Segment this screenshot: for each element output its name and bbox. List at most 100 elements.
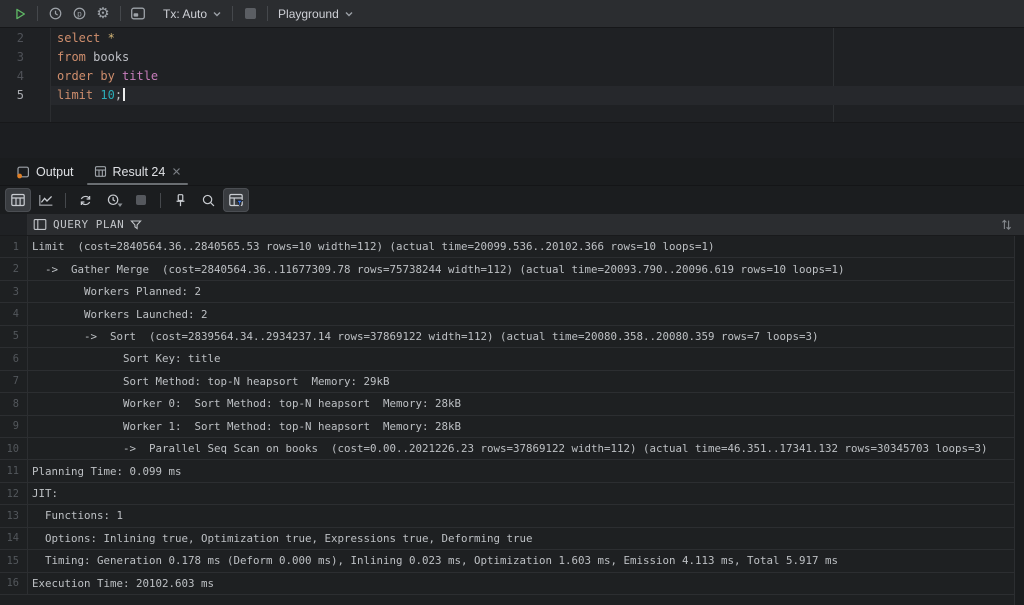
grid-view-button[interactable]: [5, 188, 31, 212]
main-toolbar: p ⚙ Tx: Auto Playground: [0, 0, 1024, 28]
sort-icon[interactable]: [1001, 218, 1012, 231]
row-number: 14: [0, 528, 28, 549]
row-number: 8: [0, 393, 28, 414]
svg-text:p: p: [77, 9, 82, 18]
text-caret: [123, 88, 125, 101]
plan-row[interactable]: 14 Options: Inlining true, Optimization …: [0, 528, 1014, 550]
execution-plan-icon: p: [72, 6, 87, 21]
chevron-down-icon: [212, 9, 222, 19]
row-number: 2: [0, 258, 28, 279]
plan-text: Worker 1: Sort Method: top-N heapsort Me…: [28, 416, 1014, 437]
column-icon: [33, 218, 47, 231]
row-number: 7: [0, 371, 28, 392]
plan-row[interactable]: 4 Workers Launched: 2: [0, 303, 1014, 325]
plan-text: JIT:: [28, 483, 1014, 504]
refresh-icon: [78, 193, 93, 208]
code-token: from: [57, 50, 86, 64]
plan-row[interactable]: 11Planning Time: 0.099 ms: [0, 460, 1014, 482]
plan-row[interactable]: 2 -> Gather Merge (cost=2840564.36..1167…: [0, 258, 1014, 280]
close-icon[interactable]: [172, 167, 181, 176]
plan-text: Workers Planned: 2: [28, 281, 1014, 302]
row-number: 6: [0, 348, 28, 369]
editor-gutter: 2345: [0, 29, 44, 105]
chart-view-icon: [38, 192, 54, 208]
pin-tab-button[interactable]: [167, 188, 193, 212]
toolbar-separator: [65, 193, 66, 208]
run-button[interactable]: [8, 3, 32, 25]
tool-window-tabbar: Output Result 24: [0, 158, 1024, 186]
stop-icon: [245, 8, 256, 19]
plan-row[interactable]: 8 Worker 0: Sort Method: top-N heapsort …: [0, 393, 1014, 415]
grid-view-icon: [10, 192, 26, 208]
find-button[interactable]: [195, 188, 221, 212]
code-token: *: [108, 31, 115, 45]
table-icon: [94, 165, 107, 178]
line-number: 4: [0, 67, 44, 86]
code-line[interactable]: select *: [51, 29, 1024, 48]
plan-row[interactable]: 15 Timing: Generation 0.178 ms (Deform 0…: [0, 550, 1014, 572]
settings-button[interactable]: ⚙: [91, 3, 115, 25]
stop-query-button[interactable]: [128, 188, 154, 212]
refresh-button[interactable]: [72, 188, 98, 212]
plan-row[interactable]: 5 -> Sort (cost=2839564.34..2934237.14 r…: [0, 326, 1014, 348]
row-number: 13: [0, 505, 28, 526]
session-dropdown[interactable]: Playground: [273, 3, 359, 25]
plan-row[interactable]: 3 Workers Planned: 2: [0, 281, 1014, 303]
plan-rows: 1Limit (cost=2840564.36..2840565.53 rows…: [0, 236, 1014, 605]
plan-text: Functions: 1: [28, 505, 1014, 526]
chart-view-button[interactable]: [33, 188, 59, 212]
run-icon: [13, 7, 27, 21]
plan-text: -> Sort (cost=2839564.34..2934237.14 row…: [28, 326, 1014, 347]
plan-row[interactable]: 10 -> Parallel Seq Scan on books (cost=0…: [0, 438, 1014, 460]
plan-row[interactable]: 16Execution Time: 20102.603 ms: [0, 573, 1014, 595]
column-header-label: QUERY PLAN: [53, 218, 124, 231]
tab-output[interactable]: Output: [6, 158, 84, 185]
history-icon: [48, 6, 63, 21]
pin-icon: [173, 193, 188, 208]
plan-row[interactable]: 1Limit (cost=2840564.36..2840565.53 rows…: [0, 236, 1014, 258]
datagrip-window: p ⚙ Tx: Auto Playground: [0, 0, 1024, 605]
plan-row[interactable]: 6 Sort Key: title: [0, 348, 1014, 370]
row-number: 9: [0, 416, 28, 437]
row-number: 1: [0, 236, 28, 257]
code-line[interactable]: order by title: [51, 67, 1024, 86]
tx-mode-dropdown[interactable]: Tx: Auto: [158, 3, 227, 25]
tab-result-24[interactable]: Result 24: [84, 158, 192, 185]
filter-rows-button[interactable]: [223, 188, 249, 212]
row-number: 5: [0, 326, 28, 347]
filter-icon[interactable]: [130, 219, 142, 231]
dropdown-arrow-icon: [117, 203, 123, 208]
plan-text: Sort Key: title: [28, 348, 1014, 369]
row-number: 12: [0, 483, 28, 504]
column-header-query-plan[interactable]: QUERY PLAN: [28, 218, 142, 231]
chevron-down-icon: [344, 9, 354, 19]
tab-label: Output: [36, 165, 74, 179]
row-number: 11: [0, 460, 28, 481]
stop-button[interactable]: [238, 3, 262, 25]
console-button[interactable]: [126, 3, 150, 25]
result-toolbar: [0, 186, 1024, 214]
plan-row[interactable]: 9 Worker 1: Sort Method: top-N heapsort …: [0, 416, 1014, 438]
sql-editor[interactable]: 2345 select *from booksorder by titlelim…: [0, 28, 1024, 122]
code-line[interactable]: limit 10;: [51, 86, 1024, 105]
editor-code[interactable]: select *from booksorder by titlelimit 10…: [51, 29, 1024, 105]
vertical-scrollbar[interactable]: [1014, 236, 1024, 605]
execution-plan-button[interactable]: p: [67, 3, 91, 25]
plan-row[interactable]: 12JIT:: [0, 483, 1014, 505]
toolbar-separator: [120, 6, 121, 21]
toolbar-separator: [232, 6, 233, 21]
line-number: 5: [0, 86, 44, 105]
code-token: order by: [57, 69, 115, 83]
toolbar-separator: [37, 6, 38, 21]
find-icon: [201, 193, 216, 208]
line-number: 3: [0, 48, 44, 67]
scheduled-refresh-button[interactable]: [100, 188, 126, 212]
toolbar-separator: [267, 6, 268, 21]
code-token: ;: [115, 88, 122, 102]
plan-row[interactable]: 7 Sort Method: top-N heapsort Memory: 29…: [0, 371, 1014, 393]
plan-row[interactable]: 13 Functions: 1: [0, 505, 1014, 527]
history-button[interactable]: [43, 3, 67, 25]
code-token: title: [122, 69, 158, 83]
stop-icon: [136, 195, 146, 205]
code-line[interactable]: from books: [51, 48, 1024, 67]
